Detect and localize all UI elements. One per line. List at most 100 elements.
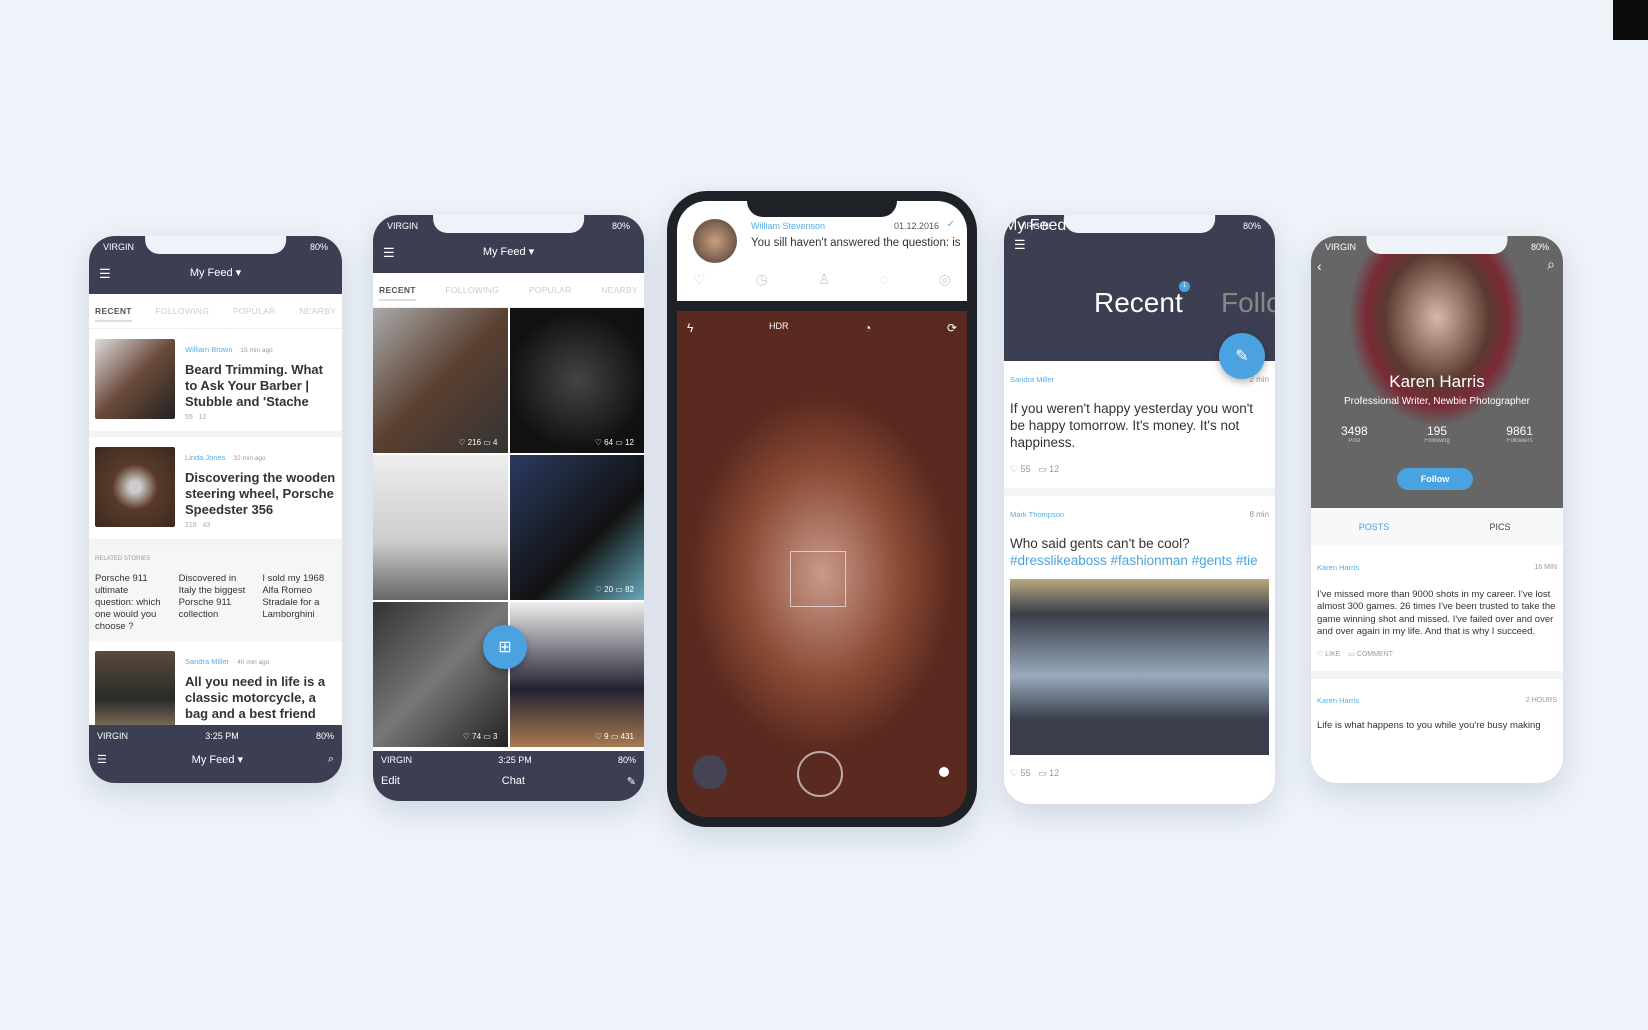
- related-story[interactable]: Porsche 911 ultimate question: which one…: [95, 573, 169, 633]
- likes[interactable]: 55: [1021, 768, 1031, 778]
- post-image[interactable]: [1010, 579, 1269, 755]
- tab-following[interactable]: Follo: [1221, 287, 1275, 319]
- profile-name: Karen Harris: [1389, 372, 1485, 391]
- tab-posts[interactable]: POSTS: [1311, 522, 1437, 532]
- clock: 3:25 PM: [498, 755, 532, 765]
- photo-tile[interactable]: [373, 455, 508, 600]
- gallery-thumbnail[interactable]: [693, 755, 727, 789]
- photo-tile[interactable]: ♡ 20 ▭ 82: [509, 455, 644, 600]
- tab-popular[interactable]: POPULAR: [233, 306, 276, 322]
- comments: 43: [202, 522, 211, 529]
- menu-icon[interactable]: ☰: [1014, 237, 1026, 253]
- feed-title[interactable]: My Feed ▾: [89, 266, 342, 279]
- tab-following[interactable]: FOLLOWING: [155, 306, 209, 322]
- author[interactable]: Sandra Miller: [185, 657, 229, 666]
- read-check-icon: ✓: [946, 219, 955, 230]
- carrier: VIRGIN: [381, 755, 413, 765]
- related-story[interactable]: Discovered in Italy the biggest Porsche …: [179, 573, 253, 633]
- author[interactable]: Karen Harris: [1317, 695, 1359, 708]
- post[interactable]: Karen Harris 2 HOURS Life is what happens…: [1311, 679, 1563, 742]
- time: 16 MIN: [1534, 564, 1557, 571]
- avatar: [693, 219, 737, 263]
- bottom-bar: VIRGIN 3:25 PM 80% ☰ My Feed ▾ ⌕: [89, 725, 342, 783]
- back-icon[interactable]: ‹: [1317, 258, 1322, 274]
- comment-button[interactable]: COMMENT: [1357, 651, 1393, 658]
- tab-recent[interactable]: RECENT: [379, 285, 416, 301]
- bottom-bar: VIRGIN 3:25 PM 80% Edit Chat ✎: [373, 751, 644, 801]
- hdr-toggle[interactable]: HDR: [769, 321, 789, 335]
- compose-button[interactable]: ✎: [1219, 333, 1265, 379]
- tab-nearby[interactable]: NEARBY: [601, 285, 638, 301]
- time: 15 min ago: [240, 347, 273, 354]
- author[interactable]: Mark Thompson: [1010, 506, 1064, 523]
- timer-icon[interactable]: ◔: [864, 321, 871, 335]
- hashtags[interactable]: #dresslikeaboss #fashionman #gents #tie: [1010, 552, 1269, 569]
- menu-icon[interactable]: ☰: [97, 753, 107, 766]
- comments[interactable]: 12: [1049, 768, 1059, 778]
- time: 40 min ago: [237, 659, 270, 666]
- photo-tile[interactable]: ♡ 64 ▭ 12: [509, 308, 644, 453]
- tab-recent[interactable]: Recent: [1094, 287, 1183, 319]
- author[interactable]: Linda Jones: [185, 453, 225, 462]
- focus-square: [790, 551, 846, 607]
- carrier: VIRGIN: [97, 731, 129, 741]
- author[interactable]: Karen Harris: [1317, 562, 1359, 575]
- battery: 80%: [309, 242, 328, 252]
- phone-recent-feed: VIRGIN80% ☰ My Feed ▾ Recent 1 Follo ✎ S…: [1004, 215, 1275, 804]
- author[interactable]: William Brown: [185, 345, 233, 354]
- tab-nearby[interactable]: NEARBY: [299, 306, 336, 322]
- camera-viewfinder[interactable]: ϟ HDR ◔ ⟳: [677, 311, 967, 817]
- clock-icon[interactable]: ◷: [756, 271, 768, 288]
- photo-tile[interactable]: ♡ 9 ▭ 431: [509, 602, 644, 747]
- chat-icon[interactable]: ◌: [880, 271, 888, 288]
- photo-tile[interactable]: ♡ 216 ▭ 4: [373, 308, 508, 453]
- phone-feed-list: VIRGIN 80% ☰ My Feed ▾ RECENT FOLLOWING P…: [89, 236, 342, 783]
- tab-popular[interactable]: POPULAR: [529, 285, 572, 301]
- notification-badge: 1: [1179, 281, 1190, 292]
- headline[interactable]: All you need in life is a classic motorc…: [185, 674, 336, 722]
- headline[interactable]: Beard Trimming. What to Ask Your Barber …: [185, 362, 336, 410]
- headline[interactable]: Discovering the wooden steering wheel, P…: [185, 470, 336, 518]
- post[interactable]: Karen Harris 16 MIN I've missed more than…: [1311, 546, 1563, 679]
- add-photo-button[interactable]: ⊞: [483, 625, 527, 669]
- heart-icon[interactable]: ♡: [693, 271, 706, 288]
- feed-title[interactable]: My Feed ▾: [192, 753, 243, 766]
- post[interactable]: Sandra Miller 2 min If you weren't happy …: [1004, 361, 1275, 496]
- battery: 80%: [315, 731, 334, 741]
- profile-bio: Professional Writer, Newbie Photographer: [1343, 396, 1531, 407]
- like-button[interactable]: LIKE: [1325, 651, 1340, 658]
- tab-recent[interactable]: RECENT: [95, 306, 132, 322]
- comments: 12: [198, 414, 207, 421]
- search-icon[interactable]: ⌕: [1547, 256, 1555, 273]
- article-item[interactable]: Linda Jones 32 min ago Discovering the wo…: [89, 437, 342, 545]
- post[interactable]: Mark Thompson 8 min Who said gents can't …: [1004, 496, 1275, 792]
- article-item[interactable]: William Brown 15 min ago Beard Trimming. …: [89, 329, 342, 437]
- phone-photo-grid: VIRGIN 80% ☰ My Feed ▾ RECENT FOLLOWING P…: [373, 215, 644, 801]
- photo-tile[interactable]: ♡ 74 ▭ 3: [373, 602, 508, 747]
- article-image: [95, 651, 175, 731]
- battery: 80%: [1530, 242, 1549, 252]
- likes: 55: [185, 414, 193, 421]
- tab-following[interactable]: FOLLOWING: [445, 285, 499, 301]
- flash-icon[interactable]: ϟ: [687, 321, 693, 335]
- tab-pics[interactable]: PICS: [1437, 522, 1563, 532]
- battery: 80%: [617, 755, 636, 765]
- comments[interactable]: 12: [1049, 464, 1059, 474]
- shutter-button[interactable]: [797, 751, 843, 797]
- mode-dot[interactable]: [939, 767, 949, 777]
- switch-camera-icon[interactable]: ⟳: [947, 321, 957, 335]
- profile-cover: VIRGIN 80% ‹ ⌕ Karen Harris Professional …: [1311, 236, 1563, 508]
- article-image: [95, 447, 175, 527]
- notification[interactable]: William Stevenson 01.12.2016 ✓ You sill …: [677, 191, 967, 301]
- photo-grid: ♡ 216 ▭ 4 ♡ 64 ▭ 12 ♡ 20 ▭ 82 ♡ 74 ▭ 3 ♡…: [373, 308, 644, 747]
- search-icon[interactable]: ⌕: [328, 753, 334, 766]
- related-story[interactable]: I sold my 1968 Alfa Romeo Stradale for a…: [262, 573, 336, 633]
- author[interactable]: Sandra Miller: [1010, 371, 1054, 388]
- likes[interactable]: 55: [1021, 464, 1031, 474]
- follow-button[interactable]: Follow: [1397, 468, 1473, 490]
- settings-icon[interactable]: ◎: [939, 271, 951, 288]
- user-icon[interactable]: ♙: [818, 271, 831, 288]
- edit-button[interactable]: Edit: [381, 775, 400, 788]
- compose-icon[interactable]: ✎: [627, 775, 636, 788]
- feed-title[interactable]: My Feed ▾: [373, 245, 644, 258]
